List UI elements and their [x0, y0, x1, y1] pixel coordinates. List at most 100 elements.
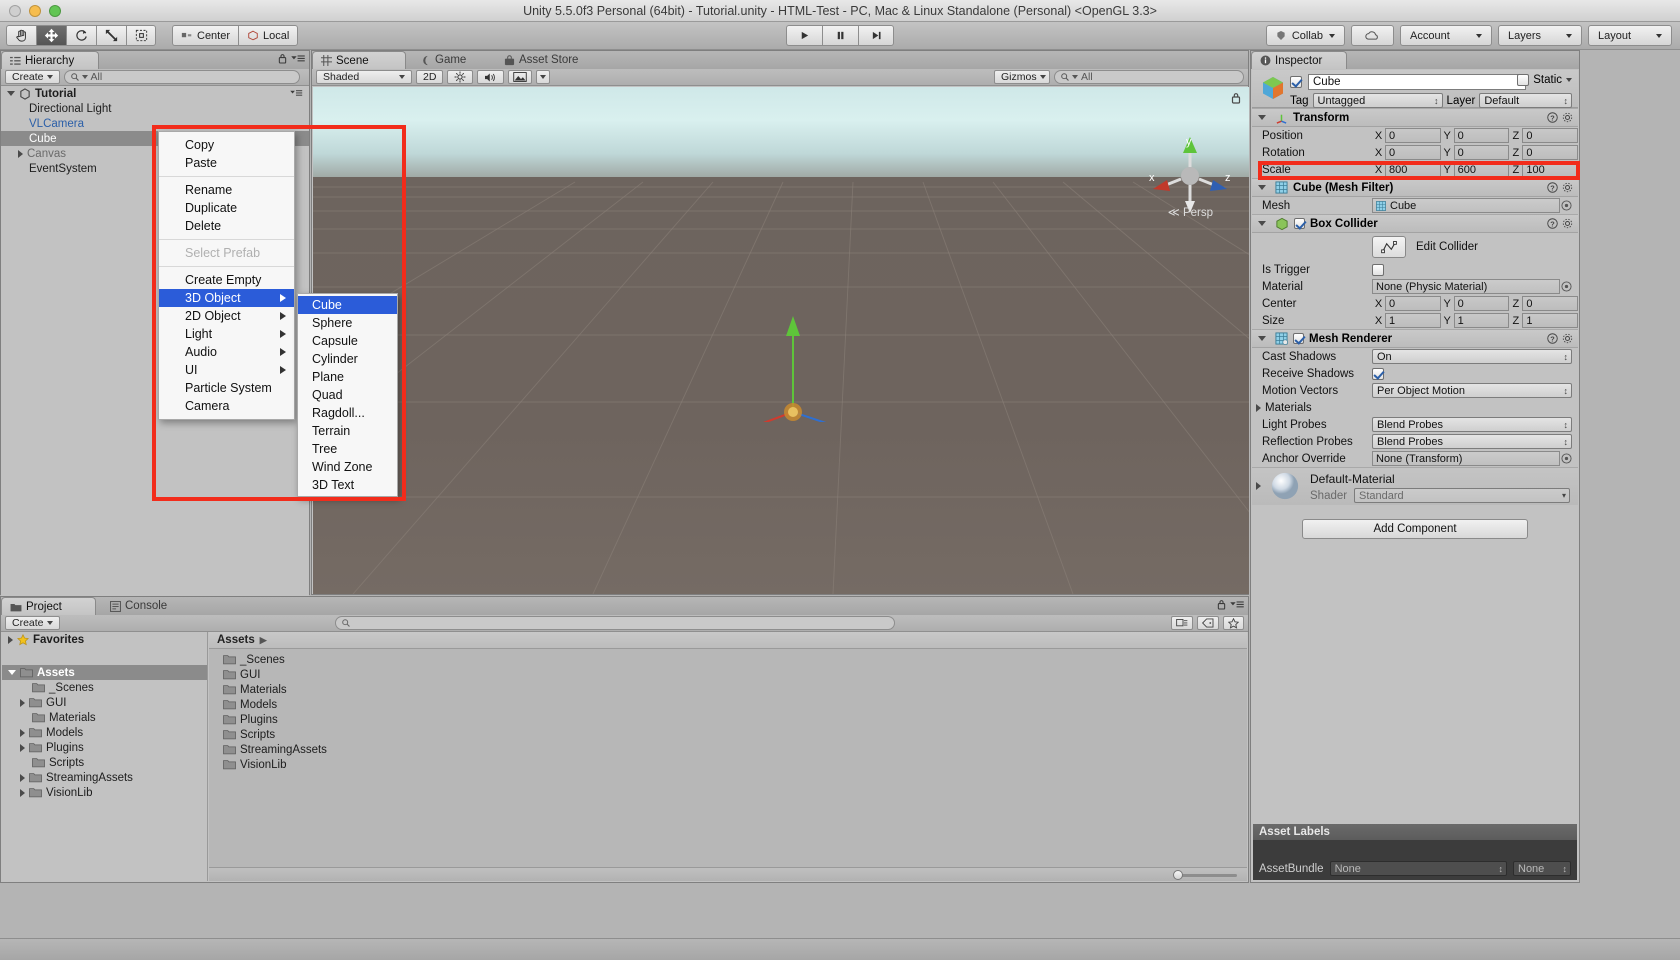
scale-z-field[interactable]: 100	[1522, 162, 1578, 177]
project-tree-item-materials[interactable]: Materials	[2, 710, 207, 725]
scene-search-input[interactable]: All	[1054, 70, 1244, 84]
breadcrumb[interactable]: Assets ▶	[209, 632, 1247, 649]
size-vector[interactable]: X 1 Y 1 Z 1	[1372, 313, 1578, 328]
position-vector[interactable]: X 0 Y 0 Z 0	[1372, 128, 1578, 143]
layers-button[interactable]: Layers	[1498, 25, 1582, 46]
context-menu-item-paste[interactable]: Paste	[159, 154, 294, 172]
center-y-field[interactable]: 0	[1453, 296, 1510, 311]
chevron-right-icon[interactable]	[20, 743, 25, 752]
transform-header-controls[interactable]: ?	[1547, 112, 1573, 123]
rotation-z-field[interactable]: 0	[1522, 145, 1578, 160]
box-collider-component-header[interactable]: Box Collider ?	[1252, 214, 1578, 233]
tab-console[interactable]: Console	[96, 597, 191, 615]
reflection-probes-row[interactable]: Reflection Probes Blend Probes	[1252, 433, 1578, 450]
project-content-item-plugins[interactable]: Plugins	[209, 712, 1247, 727]
transform-scale-row[interactable]: Scale X 800 Y 600 Z 100	[1252, 161, 1578, 178]
chevron-down-icon[interactable]	[8, 670, 16, 675]
project-content-item-gui[interactable]: GUI	[209, 667, 1247, 682]
anchor-override-row[interactable]: Anchor Override None (Transform)	[1252, 450, 1578, 467]
project-content-item-visionlib[interactable]: VisionLib	[209, 757, 1247, 772]
scale-x-field[interactable]: 800	[1385, 162, 1441, 177]
scene-audio-toggle[interactable]	[477, 70, 505, 84]
hierarchy-tab-controls[interactable]	[278, 53, 305, 64]
anchor-picker-icon[interactable]	[1561, 453, 1572, 464]
is-trigger-checkbox[interactable]	[1372, 263, 1384, 276]
mesh-object-field[interactable]: Cube	[1372, 198, 1560, 213]
hierarchy-item-tutorial[interactable]: Tutorial	[1, 86, 309, 101]
account-button[interactable]: Account	[1400, 25, 1492, 46]
pivot-mode-button[interactable]: Center	[172, 25, 239, 46]
project-tree-item-plugins[interactable]: Plugins	[2, 740, 207, 755]
light-probes-dropdown[interactable]: Blend Probes	[1372, 417, 1572, 432]
tab-inspector[interactable]: Inspector	[1251, 51, 1347, 69]
help-icon[interactable]: ?	[1547, 333, 1558, 344]
is-trigger-row[interactable]: Is Trigger	[1252, 261, 1578, 278]
scene-fx-dropdown[interactable]	[508, 70, 533, 84]
chevron-right-icon[interactable]	[20, 773, 25, 782]
context-menu-item-delete[interactable]: Delete	[159, 217, 294, 235]
scene-viewport[interactable]: x y z ≪ Persp	[313, 87, 1249, 594]
mesh-renderer-header-controls[interactable]: ?	[1547, 333, 1573, 344]
mesh-filter-header-controls[interactable]: ?	[1547, 182, 1573, 193]
chevron-right-icon[interactable]	[20, 788, 25, 797]
reflection-probes-dropdown[interactable]: Blend Probes	[1372, 434, 1572, 449]
object-enabled-checkbox[interactable]	[1290, 76, 1302, 88]
hierarchy-item-vlcamera[interactable]: VLCamera	[1, 116, 309, 131]
collider-material-field[interactable]: None (Physic Material)	[1372, 279, 1560, 294]
motion-vectors-dropdown[interactable]: Per Object Motion	[1372, 383, 1572, 398]
transform-rotation-row[interactable]: Rotation X 0 Y 0 Z 0	[1252, 144, 1578, 161]
tab-hierarchy[interactable]: Hierarchy	[1, 51, 99, 69]
project-tree-item-models[interactable]: Models	[2, 725, 207, 740]
scene-fx-caret[interactable]	[536, 70, 551, 84]
project-content-item-models[interactable]: Models	[209, 697, 1247, 712]
project-contents-pane[interactable]: Assets ▶ _Scenes GUI Materials Models Pl…	[209, 632, 1247, 881]
collider-material-row[interactable]: Material None (Physic Material)	[1252, 278, 1578, 295]
project-tree-item-assets[interactable]: Assets	[2, 665, 207, 680]
chevron-right-icon[interactable]	[20, 728, 25, 737]
mesh-renderer-component-header[interactable]: Mesh Renderer ?	[1252, 329, 1578, 348]
lock-icon[interactable]	[1217, 599, 1226, 610]
pause-button[interactable]	[822, 25, 858, 46]
submenu-item-quad[interactable]: Quad	[298, 386, 397, 404]
project-contents-list[interactable]: _Scenes GUI Materials Models Plugins Scr…	[209, 649, 1247, 772]
collider-center-row[interactable]: Center X 0 Y 0 Z 0	[1252, 295, 1578, 312]
panel-menu-icon[interactable]	[291, 54, 305, 63]
gizmos-dropdown[interactable]: Gizmos	[994, 70, 1050, 84]
chevron-right-icon[interactable]	[8, 635, 13, 644]
object-name-field[interactable]: Cube	[1308, 74, 1526, 90]
space-mode-button[interactable]: Local	[238, 25, 299, 46]
cloud-button[interactable]	[1351, 25, 1394, 46]
center-x-field[interactable]: 0	[1385, 296, 1441, 311]
collider-size-row[interactable]: Size X 1 Y 1 Z 1	[1252, 312, 1578, 329]
scene-lighting-toggle[interactable]	[447, 70, 474, 84]
submenu-item-sphere[interactable]: Sphere	[298, 314, 397, 332]
help-icon[interactable]: ?	[1547, 218, 1558, 229]
transform-component-header[interactable]: Transform ?	[1252, 108, 1578, 127]
project-content-item-streamingassets[interactable]: StreamingAssets	[209, 742, 1247, 757]
project-tree-item-scenes[interactable]: _Scenes	[2, 680, 207, 695]
context-menu-item-copy[interactable]: Copy	[159, 136, 294, 154]
move-tool-button[interactable]	[36, 25, 66, 46]
help-icon[interactable]: ?	[1547, 112, 1558, 123]
position-z-field[interactable]: 0	[1522, 128, 1578, 143]
step-button[interactable]	[858, 25, 894, 46]
shading-mode-dropdown[interactable]: Shaded	[316, 70, 412, 84]
hierarchy-create-button[interactable]: Create	[5, 70, 60, 84]
layout-button[interactable]: Layout	[1588, 25, 1672, 46]
position-y-field[interactable]: 0	[1453, 128, 1510, 143]
context-menu-item-create-empty[interactable]: Create Empty	[159, 271, 294, 289]
submenu-item-terrain[interactable]: Terrain	[298, 422, 397, 440]
transform-gizmo[interactable]	[743, 302, 853, 422]
project-tree-item-visionlib[interactable]: VisionLib	[2, 785, 207, 800]
context-menu-item-camera[interactable]: Camera	[159, 397, 294, 415]
assetbundle-dropdown[interactable]: None	[1329, 861, 1507, 876]
toolbar-right-group[interactable]: Collab Account Layers Layout	[1265, 25, 1672, 46]
hierarchy-context-menu[interactable]: Copy Paste Rename Duplicate Delete Selec…	[158, 131, 295, 420]
project-content-item-materials[interactable]: Materials	[209, 682, 1247, 697]
chevron-right-icon[interactable]	[18, 149, 23, 158]
light-probes-row[interactable]: Light Probes Blend Probes	[1252, 416, 1578, 433]
inspector-body[interactable]: Cube Static Tag Untagged Layer Default	[1252, 70, 1578, 881]
tag-dropdown[interactable]: Untagged	[1312, 93, 1443, 108]
receive-shadows-checkbox[interactable]	[1372, 367, 1384, 380]
edit-collider-row[interactable]: Edit Collider	[1252, 233, 1578, 261]
